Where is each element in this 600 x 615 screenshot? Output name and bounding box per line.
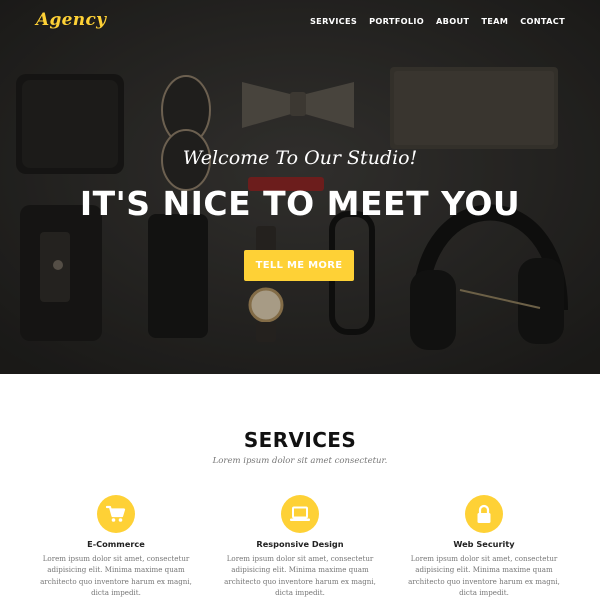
service-card-ecommerce: E-Commerce Lorem ipsum dolor sit amet, c…: [31, 495, 201, 598]
brand-logo[interactable]: Agency: [36, 10, 106, 30]
nav-item-team[interactable]: TEAM: [481, 16, 508, 26]
tell-me-more-button[interactable]: TELL ME MORE: [244, 250, 354, 281]
hero-subtitle: Welcome To Our Studio!: [182, 147, 418, 169]
main-nav: SERVICES PORTFOLIO ABOUT TEAM CONTACT: [310, 16, 565, 26]
nav-item-portfolio[interactable]: PORTFOLIO: [369, 16, 424, 26]
services-subheading: Lorem ipsum dolor sit amet consectetur.: [212, 456, 388, 466]
nav-item-about[interactable]: ABOUT: [436, 16, 469, 26]
service-title: E-Commerce: [87, 539, 145, 549]
service-description: Lorem ipsum dolor sit amet, consectetur …: [40, 554, 192, 597]
service-title: Web Security: [453, 539, 515, 549]
service-description: Lorem ipsum dolor sit amet, consectetur …: [408, 554, 560, 597]
shopping-cart-icon: [97, 495, 135, 533]
service-card-web-security: Web Security Lorem ipsum dolor sit amet,…: [399, 495, 569, 598]
hero-title: IT'S NICE TO MEET YOU: [79, 184, 521, 223]
hero-section: Agency SERVICES PORTFOLIO ABOUT TEAM CON…: [0, 0, 600, 374]
service-description: Lorem ipsum dolor sit amet, consectetur …: [224, 554, 376, 597]
lock-icon: [465, 495, 503, 533]
service-title: Responsive Design: [256, 539, 344, 549]
laptop-icon: [281, 495, 319, 533]
nav-item-contact[interactable]: CONTACT: [520, 16, 565, 26]
service-card-responsive-design: Responsive Design Lorem ipsum dolor sit …: [215, 495, 385, 598]
nav-item-services[interactable]: SERVICES: [310, 16, 357, 26]
services-heading: SERVICES: [243, 428, 357, 452]
